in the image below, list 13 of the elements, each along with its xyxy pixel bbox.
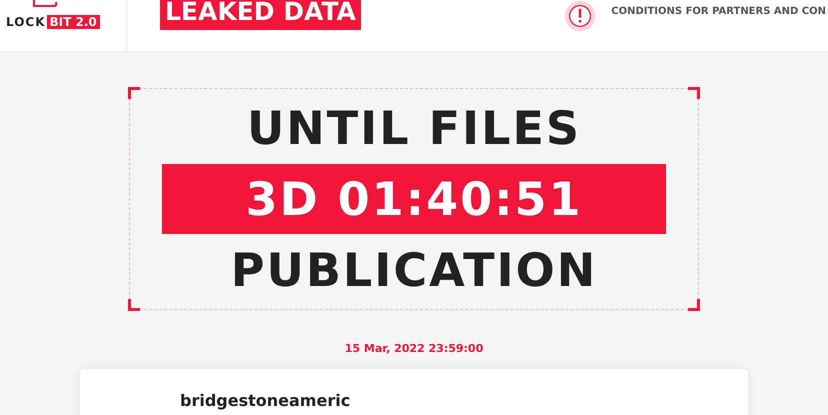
conditions-link[interactable]: CONDITIONS FOR PARTNERS AND CON bbox=[611, 6, 826, 17]
corner-bracket bbox=[688, 299, 700, 311]
corner-bracket bbox=[128, 87, 140, 99]
leaked-data-banner[interactable]: LEAKED DATA bbox=[160, 0, 361, 30]
logo-text: LOCK bbox=[6, 15, 46, 29]
logo-badge: BIT 2.0 bbox=[46, 15, 100, 29]
countdown-heading: UNTIL FILES bbox=[246, 100, 582, 156]
corner-bracket bbox=[128, 299, 140, 311]
post-title: bridgestoneameric bbox=[180, 391, 352, 410]
countdown-heading: PUBLICATION bbox=[230, 242, 598, 298]
countdown-timer: 3D 01:40:51 bbox=[162, 164, 666, 234]
corner-bracket bbox=[688, 87, 700, 99]
deadline-date: 15 Mar, 2022 23:59:00 bbox=[344, 342, 484, 355]
